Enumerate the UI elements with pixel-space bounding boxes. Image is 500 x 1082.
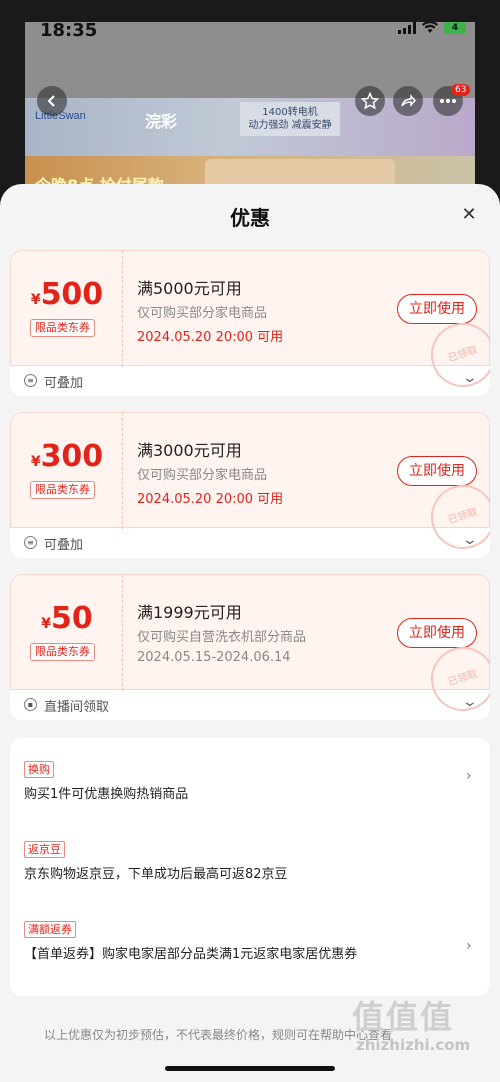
battery-icon: 4 [444, 22, 466, 34]
use-now-button[interactable]: 立即使用 [397, 618, 477, 648]
wifi-icon [422, 22, 438, 33]
home-indicator [165, 1066, 335, 1071]
benefit-text: 【首单返券】购家电家居部分品类满1元返家电家居优惠券 [24, 947, 358, 962]
status-time: 18:35 [40, 20, 98, 41]
notification-badge: 63 [451, 84, 471, 96]
feature-tag: 1400转电机 动力强劲 减震安静 [240, 102, 340, 136]
signal-icon [398, 22, 416, 34]
limit-tag: 限品类东券 [30, 319, 95, 337]
amount-value: 50 [51, 601, 93, 636]
coupon-card: ¥500 限品类东券 满5000元可用 仅可购买部分家电商品 2024.05.2… [10, 250, 490, 396]
currency-symbol: ¥ [30, 292, 41, 308]
coupon-scope: 仅可购买部分家电商品 [137, 468, 268, 483]
chevron-right-icon[interactable]: › [466, 938, 472, 954]
amount-value: 500 [40, 277, 104, 312]
benefit-item: 返京豆 京东购物返京豆，下单成功后最高可返82京豆 [24, 838, 384, 884]
coupon-value-area: ¥300 限品类东券 [11, 413, 123, 529]
coupon-footer[interactable]: ≡ 可叠加 ⌄ [10, 366, 490, 396]
coupon-amount: ¥50 [11, 601, 123, 636]
coupon-amount: ¥300 [11, 439, 123, 474]
coupon-footer[interactable]: ▪ 直播间领取 ⌄ [10, 690, 490, 720]
chevron-down-icon[interactable]: ⌄ [462, 694, 478, 710]
coupon-value-area: ¥500 限品类东券 [11, 251, 123, 367]
chevron-down-icon[interactable]: ⌄ [462, 532, 478, 548]
coupon-footer[interactable]: ≡ 可叠加 ⌄ [10, 528, 490, 558]
currency-symbol: ¥ [41, 616, 51, 632]
back-icon[interactable] [37, 86, 67, 116]
coupon-footer-label: 可叠加 [44, 538, 84, 553]
coupon-body: ¥300 限品类东券 满3000元可用 仅可购买部分家电商品 2024.05.2… [10, 412, 490, 558]
coupon-validity: 2024.05.15-2024.06.14 [137, 650, 291, 665]
chevron-right-icon[interactable]: › [466, 768, 472, 784]
coupon-validity: 2024.05.20 20:00 可用 [137, 330, 284, 345]
coupon-scope: 仅可购买部分家电商品 [137, 306, 268, 321]
chevron-down-icon[interactable]: ⌄ [462, 370, 478, 386]
coupon-condition: 满3000元可用 [137, 441, 242, 460]
stack-icon: ≡ [24, 374, 37, 387]
status-icons: 4 [398, 22, 466, 34]
watermark-url: zhizhizhi.com [356, 1036, 471, 1054]
coupon-amount: ¥500 [11, 277, 123, 312]
benefit-item[interactable]: 满额返券 【首单返券】购家电家居部分品类满1元返家电家居优惠券 [24, 918, 384, 964]
benefit-item[interactable]: 换购 购买1件可优惠换购热销商品 [24, 758, 384, 804]
limit-tag: 限品类东券 [30, 481, 95, 499]
coupon-footer-label: 直播间领取 [44, 700, 110, 715]
benefit-tag: 返京豆 [24, 841, 65, 858]
use-now-button[interactable]: 立即使用 [397, 456, 477, 486]
share-icon[interactable] [393, 86, 423, 116]
coupon-sheet: 优惠 ✕ ¥500 限品类东券 满5000元可用 仅可购买部分家电商品 2024… [0, 184, 500, 1082]
benefit-tag: 换购 [24, 761, 54, 778]
limit-tag: 限品类东券 [30, 643, 95, 661]
sub-brand-logo: 浣彩 [145, 112, 178, 131]
benefit-tag: 满额返券 [24, 921, 76, 938]
coupon-card: ¥300 限品类东券 满3000元可用 仅可购买部分家电商品 2024.05.2… [10, 412, 490, 558]
coupon-scope: 仅可购买自营洗衣机部分商品 [137, 630, 307, 645]
coupon-validity: 2024.05.20 20:00 可用 [137, 492, 284, 507]
coupon-condition: 满1999元可用 [137, 603, 242, 622]
coupon-value-area: ¥50 限品类东券 [11, 575, 123, 691]
coupon-body: ¥50 限品类东券 满1999元可用 仅可购买自营洗衣机部分商品 2024.05… [10, 574, 490, 720]
disclaimer-text: 以上优惠仅为初步预估，不代表最终价格，规则可在帮助中心查看 [44, 1028, 393, 1042]
live-stream-icon: ▪ [24, 698, 37, 711]
feature-tag-line1: 1400转电机 [262, 107, 318, 118]
coupon-body: ¥500 限品类东券 满5000元可用 仅可购买部分家电商品 2024.05.2… [10, 250, 490, 396]
currency-symbol: ¥ [30, 454, 41, 470]
sheet-title: 优惠 [230, 206, 270, 230]
favorite-icon[interactable] [355, 86, 385, 116]
coupon-condition: 满5000元可用 [137, 279, 242, 298]
benefit-text: 购买1件可优惠换购热销商品 [24, 787, 189, 802]
stack-icon: ≡ [24, 536, 37, 549]
feature-tag-line2: 动力强劲 减震安静 [248, 120, 332, 131]
coupon-footer-label: 可叠加 [44, 376, 84, 391]
close-icon[interactable]: ✕ [458, 204, 480, 226]
use-now-button[interactable]: 立即使用 [397, 294, 477, 324]
benefit-text: 京东购物返京豆，下单成功后最高可返82京豆 [24, 867, 288, 882]
benefits-panel: 换购 购买1件可优惠换购热销商品 › 返京豆 京东购物返京豆，下单成功后最高可返… [10, 738, 490, 996]
coupon-card: ¥50 限品类东券 满1999元可用 仅可购买自营洗衣机部分商品 2024.05… [10, 574, 490, 720]
amount-value: 300 [40, 439, 104, 474]
watermark: 值值值 [352, 998, 455, 1036]
